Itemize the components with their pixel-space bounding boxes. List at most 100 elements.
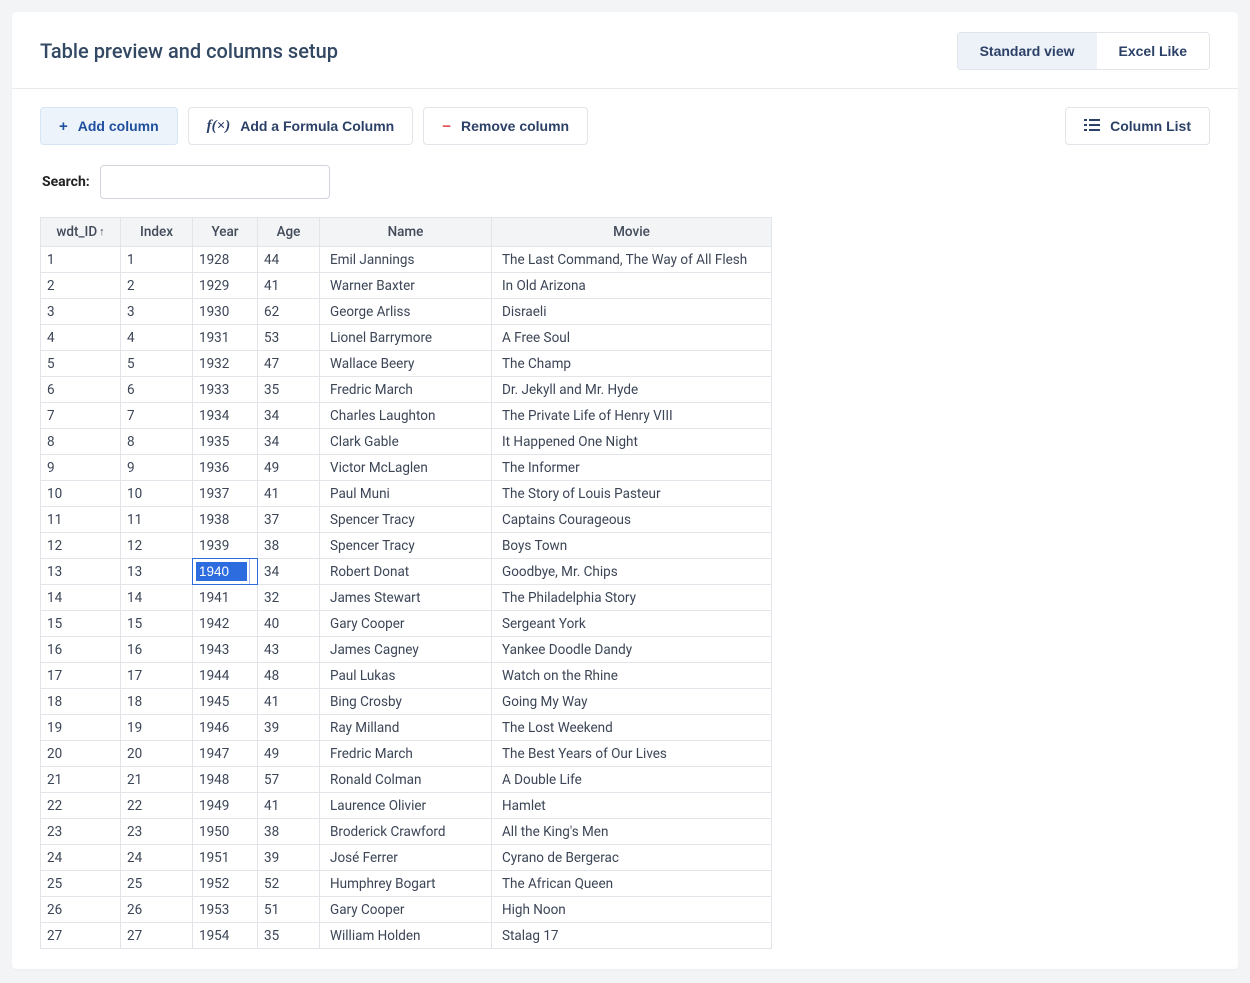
- cell-name[interactable]: Gary Cooper: [320, 897, 492, 923]
- cell-name[interactable]: Laurence Olivier: [320, 793, 492, 819]
- cell-index[interactable]: 26: [121, 897, 193, 923]
- cell-year[interactable]: 1939: [193, 533, 258, 559]
- cell-name[interactable]: Ronald Colman: [320, 767, 492, 793]
- column-header-wdtid[interactable]: wdt_ID↑: [41, 218, 121, 247]
- cell-name[interactable]: Gary Cooper: [320, 611, 492, 637]
- standard-view-button[interactable]: Standard view: [958, 33, 1097, 69]
- cell-year[interactable]: 1929: [193, 273, 258, 299]
- column-header-year[interactable]: Year: [193, 218, 258, 247]
- cell-wdt_id[interactable]: 27: [41, 923, 121, 949]
- cell-year[interactable]: 1930: [193, 299, 258, 325]
- cell-wdt_id[interactable]: 19: [41, 715, 121, 741]
- cell-index[interactable]: 17: [121, 663, 193, 689]
- cell-movie[interactable]: The Last Command, The Way of All Flesh: [492, 247, 772, 273]
- column-header-movie[interactable]: Movie: [492, 218, 772, 247]
- excel-like-button[interactable]: Excel Like: [1097, 33, 1210, 69]
- cell-name[interactable]: Broderick Crawford: [320, 819, 492, 845]
- cell-index[interactable]: 14: [121, 585, 193, 611]
- cell-wdt_id[interactable]: 16: [41, 637, 121, 663]
- cell-name[interactable]: Victor McLaglen: [320, 455, 492, 481]
- cell-year[interactable]: 1953: [193, 897, 258, 923]
- cell-age[interactable]: 39: [258, 845, 320, 871]
- cell-index[interactable]: 15: [121, 611, 193, 637]
- cell-age[interactable]: 37: [258, 507, 320, 533]
- cell-age[interactable]: 57: [258, 767, 320, 793]
- cell-age[interactable]: 39: [258, 715, 320, 741]
- cell-index[interactable]: 1: [121, 247, 193, 273]
- search-input[interactable]: [100, 165, 330, 199]
- cell-name[interactable]: Paul Lukas: [320, 663, 492, 689]
- cell-index[interactable]: 21: [121, 767, 193, 793]
- cell-name[interactable]: William Holden: [320, 923, 492, 949]
- cell-year[interactable]: 1950: [193, 819, 258, 845]
- cell-wdt_id[interactable]: 22: [41, 793, 121, 819]
- cell-age[interactable]: 43: [258, 637, 320, 663]
- cell-year[interactable]: 1932: [193, 351, 258, 377]
- cell-year[interactable]: 1945: [193, 689, 258, 715]
- cell-name[interactable]: Fredric March: [320, 377, 492, 403]
- cell-movie[interactable]: It Happened One Night: [492, 429, 772, 455]
- cell-movie[interactable]: Going My Way: [492, 689, 772, 715]
- cell-movie[interactable]: The Informer: [492, 455, 772, 481]
- cell-age[interactable]: 38: [258, 819, 320, 845]
- cell-resize-handle[interactable]: [249, 559, 257, 584]
- cell-age[interactable]: 34: [258, 429, 320, 455]
- cell-name[interactable]: Spencer Tracy: [320, 533, 492, 559]
- cell-index[interactable]: 13: [121, 559, 193, 585]
- cell-age[interactable]: 48: [258, 663, 320, 689]
- cell-age[interactable]: 32: [258, 585, 320, 611]
- cell-age[interactable]: 52: [258, 871, 320, 897]
- cell-wdt_id[interactable]: 26: [41, 897, 121, 923]
- cell-name[interactable]: Paul Muni: [320, 481, 492, 507]
- cell-index[interactable]: 4: [121, 325, 193, 351]
- cell-name[interactable]: James Cagney: [320, 637, 492, 663]
- cell-movie[interactable]: Captains Courageous: [492, 507, 772, 533]
- cell-movie[interactable]: The Best Years of Our Lives: [492, 741, 772, 767]
- cell-index[interactable]: 27: [121, 923, 193, 949]
- cell-wdt_id[interactable]: 18: [41, 689, 121, 715]
- cell-movie[interactable]: Watch on the Rhine: [492, 663, 772, 689]
- cell-movie[interactable]: Goodbye, Mr. Chips: [492, 559, 772, 585]
- remove-column-button[interactable]: − Remove column: [423, 107, 588, 145]
- cell-year[interactable]: 1937: [193, 481, 258, 507]
- cell-age[interactable]: 51: [258, 897, 320, 923]
- cell-age[interactable]: 47: [258, 351, 320, 377]
- cell-age[interactable]: 49: [258, 741, 320, 767]
- cell-name[interactable]: Ray Milland: [320, 715, 492, 741]
- cell-index[interactable]: 11: [121, 507, 193, 533]
- cell-index[interactable]: 7: [121, 403, 193, 429]
- cell-movie[interactable]: Sergeant York: [492, 611, 772, 637]
- cell-index[interactable]: 23: [121, 819, 193, 845]
- add-formula-column-button[interactable]: f(×) Add a Formula Column: [188, 107, 414, 145]
- cell-year[interactable]: 1943: [193, 637, 258, 663]
- cell-wdt_id[interactable]: 6: [41, 377, 121, 403]
- cell-movie[interactable]: The Story of Louis Pasteur: [492, 481, 772, 507]
- cell-name[interactable]: Humphrey Bogart: [320, 871, 492, 897]
- cell-year[interactable]: 1949: [193, 793, 258, 819]
- cell-wdt_id[interactable]: 5: [41, 351, 121, 377]
- cell-year[interactable]: 1935: [193, 429, 258, 455]
- cell-year[interactable]: 1941: [193, 585, 258, 611]
- cell-year[interactable]: 1954: [193, 923, 258, 949]
- column-header-age[interactable]: Age: [258, 218, 320, 247]
- cell-movie[interactable]: Hamlet: [492, 793, 772, 819]
- cell-index[interactable]: 2: [121, 273, 193, 299]
- cell-wdt_id[interactable]: 12: [41, 533, 121, 559]
- cell-wdt_id[interactable]: 2: [41, 273, 121, 299]
- cell-movie[interactable]: The Private Life of Henry VIII: [492, 403, 772, 429]
- cell-wdt_id[interactable]: 8: [41, 429, 121, 455]
- cell-movie[interactable]: Yankee Doodle Dandy: [492, 637, 772, 663]
- cell-age[interactable]: 62: [258, 299, 320, 325]
- add-column-button[interactable]: + Add column: [40, 107, 178, 145]
- cell-index[interactable]: 24: [121, 845, 193, 871]
- cell-age[interactable]: 34: [258, 403, 320, 429]
- cell-year[interactable]: 1947: [193, 741, 258, 767]
- cell-movie[interactable]: A Double Life: [492, 767, 772, 793]
- cell-movie[interactable]: In Old Arizona: [492, 273, 772, 299]
- cell-wdt_id[interactable]: 13: [41, 559, 121, 585]
- cell-index[interactable]: 6: [121, 377, 193, 403]
- column-header-index[interactable]: Index: [121, 218, 193, 247]
- cell-age[interactable]: 34: [258, 559, 320, 585]
- cell-age[interactable]: 41: [258, 273, 320, 299]
- cell-index[interactable]: 5: [121, 351, 193, 377]
